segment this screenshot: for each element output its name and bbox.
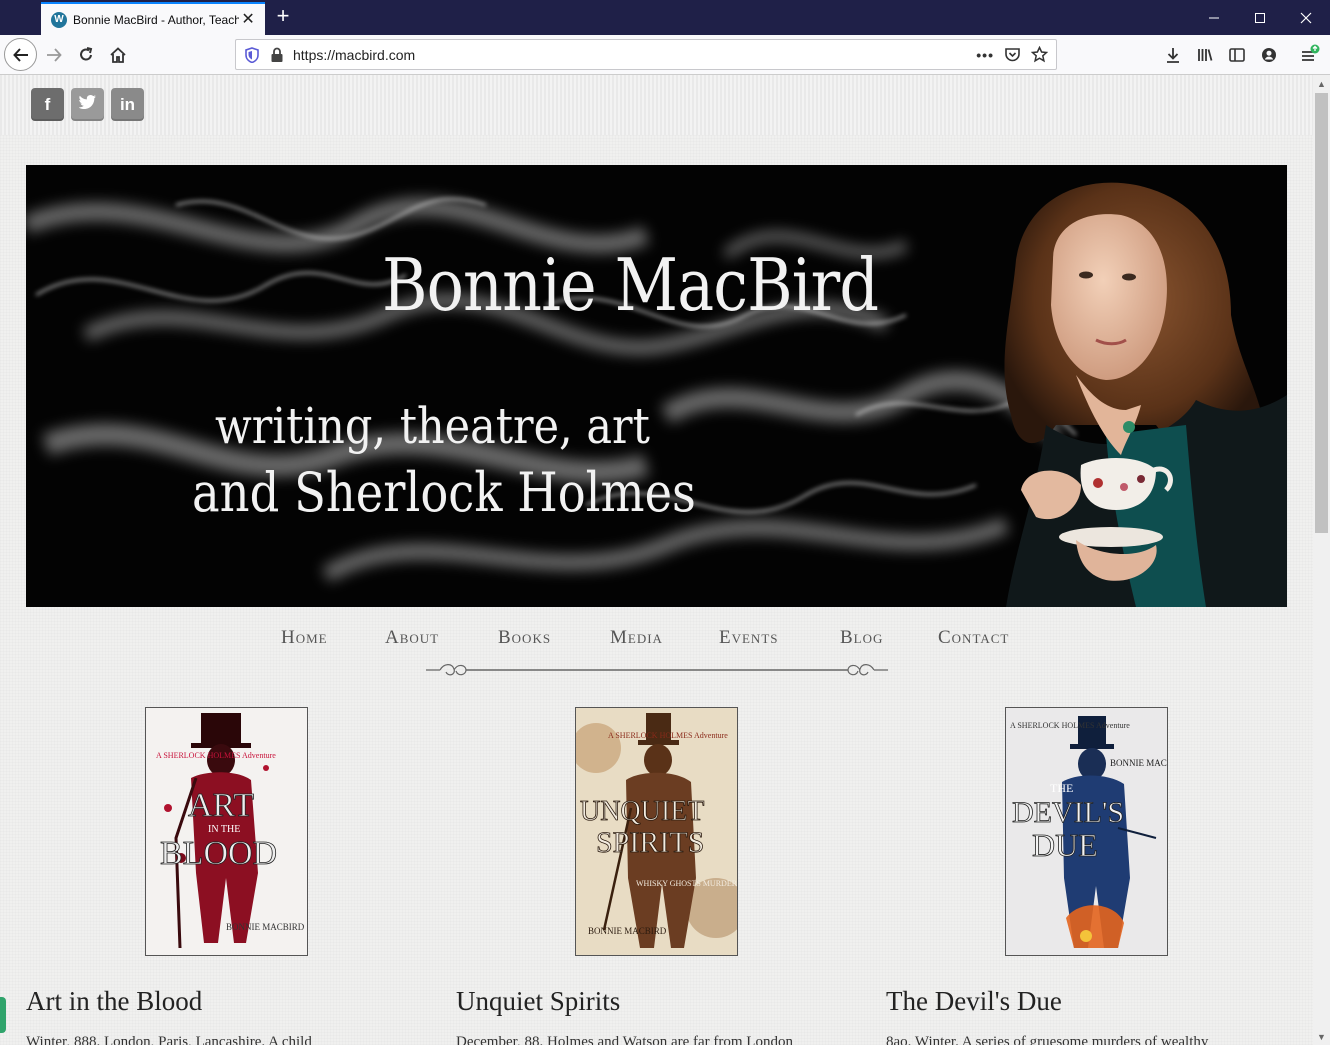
wordpress-icon: W: [51, 11, 67, 28]
book-excerpt: 8ao. Winter. A series of gruesome murder…: [886, 1034, 1209, 1045]
linkedin-link[interactable]: in: [111, 88, 144, 121]
lock-icon[interactable]: [270, 47, 284, 63]
banner-tagline-1: writing, theatre, art: [215, 397, 650, 455]
svg-text:WHISKY GHOSTS MURDER: WHISKY GHOSTS MURDER: [636, 879, 738, 888]
minimize-icon[interactable]: [1191, 0, 1237, 35]
scroll-down-icon[interactable]: ▼: [1313, 1028, 1330, 1045]
tab-strip: W Bonnie MacBird - Author, Teacher ✕ +: [0, 0, 1330, 35]
svg-text:ART: ART: [188, 787, 254, 824]
nav-contact[interactable]: Contact: [938, 627, 1009, 649]
svg-text:BONNIE MACBIRD: BONNIE MACBIRD: [226, 922, 305, 932]
tab-close-icon[interactable]: ✕: [239, 11, 257, 29]
svg-text:A SHERLOCK HOLMES Adventure: A SHERLOCK HOLMES Adventure: [608, 731, 728, 740]
banner-tagline-2: and Sherlock Holmes: [192, 461, 696, 524]
maximize-icon[interactable]: [1237, 0, 1283, 35]
social-strip: f in: [0, 75, 1313, 135]
page-actions-icon[interactable]: •••: [976, 47, 994, 63]
nav-books[interactable]: Books: [498, 627, 551, 649]
tab-title: Bonnie MacBird - Author, Teacher: [73, 12, 240, 27]
pocket-icon[interactable]: [1004, 46, 1021, 63]
tracking-protection-icon[interactable]: [244, 46, 260, 63]
menu-icon[interactable]: [1293, 39, 1325, 71]
address-bar[interactable]: https://macbird.com •••: [235, 39, 1057, 70]
book-title[interactable]: Art in the Blood: [26, 986, 202, 1017]
close-icon[interactable]: [1283, 0, 1329, 35]
book-cover[interactable]: A SHERLOCK HOLMES Adventure BONNIE MACBI…: [1005, 707, 1168, 956]
home-icon[interactable]: [102, 39, 134, 71]
feedback-tab[interactable]: [0, 997, 6, 1033]
book-cover[interactable]: A SHERLOCK HOLMES Adventure UNQUIET SPIR…: [575, 707, 738, 956]
book-cover[interactable]: A SHERLOCK HOLMES Adventure ART IN THE B…: [145, 707, 308, 956]
nav-home[interactable]: Home: [281, 627, 328, 649]
scroll-thumb[interactable]: [1315, 93, 1328, 533]
twitter-link[interactable]: [71, 88, 104, 121]
ornamental-divider: [426, 664, 888, 676]
nav-blog[interactable]: Blog: [840, 627, 883, 649]
url-text[interactable]: https://macbird.com: [293, 47, 415, 63]
web-page: f in Bonnie MacBird writing, theatre, ar…: [0, 75, 1313, 1045]
facebook-link[interactable]: f: [31, 88, 64, 121]
download-icon[interactable]: [1157, 39, 1189, 71]
svg-text:UNQUIET: UNQUIET: [580, 796, 704, 827]
svg-text:A SHERLOCK HOLMES Adventure: A SHERLOCK HOLMES Adventure: [156, 751, 276, 760]
nav-media[interactable]: Media: [610, 627, 663, 649]
svg-text:DUE: DUE: [1032, 827, 1098, 863]
account-icon[interactable]: [1253, 39, 1285, 71]
svg-text:BONNIE MACBIRD: BONNIE MACBIRD: [588, 926, 667, 936]
browser-tab[interactable]: W Bonnie MacBird - Author, Teacher ✕: [41, 2, 265, 35]
back-icon[interactable]: [4, 38, 37, 71]
svg-text:BLOOD: BLOOD: [160, 835, 277, 872]
book-excerpt: Winter, 888. London, Paris, Lancashire. …: [26, 1034, 312, 1045]
twitter-icon: [78, 94, 97, 115]
reload-icon[interactable]: [70, 39, 102, 71]
book-title[interactable]: Unquiet Spirits: [456, 986, 620, 1017]
svg-text:DEVIL'S: DEVIL'S: [1012, 796, 1124, 829]
svg-text:IN THE: IN THE: [208, 824, 240, 835]
nav-about[interactable]: About: [385, 627, 439, 649]
sidebar-icon[interactable]: [1221, 39, 1253, 71]
facebook-icon: f: [44, 94, 51, 114]
smoke-portrait-image: [26, 182, 1287, 607]
new-tab-button[interactable]: +: [272, 5, 294, 28]
nav-events[interactable]: Events: [719, 627, 779, 649]
browser-toolbar: https://macbird.com •••: [0, 35, 1330, 75]
linkedin-icon: in: [119, 94, 136, 114]
author-portrait: [1004, 182, 1287, 607]
svg-text:A SHERLOCK HOLMES Adventure: A SHERLOCK HOLMES Adventure: [1010, 721, 1130, 730]
book-excerpt: December, 88. Holmes and Watson are far …: [456, 1034, 793, 1045]
book-title[interactable]: The Devil's Due: [886, 986, 1062, 1017]
banner-title: Bonnie MacBird: [382, 243, 879, 327]
library-icon[interactable]: [1189, 39, 1221, 71]
page-scrollbar[interactable]: ▲ ▼: [1313, 75, 1330, 1045]
hero-banner: Bonnie MacBird writing, theatre, art and…: [26, 165, 1287, 607]
svg-text:SPIRITS: SPIRITS: [596, 826, 704, 859]
bookmark-star-icon[interactable]: [1031, 46, 1048, 63]
scroll-up-icon[interactable]: ▲: [1313, 75, 1330, 92]
main-navigation: Home About Books Media Events Blog Conta…: [0, 625, 1313, 685]
svg-text:THE: THE: [1050, 781, 1073, 795]
forward-icon[interactable]: [38, 39, 70, 71]
svg-text:BONNIE MACBIRD: BONNIE MACBIRD: [1110, 758, 1168, 768]
